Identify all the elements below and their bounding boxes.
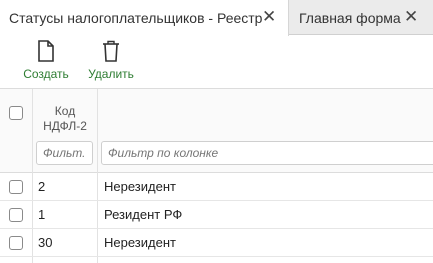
cell-code: 2 xyxy=(38,179,46,194)
column-header-code[interactable]: Код НДФЛ-2 xyxy=(33,104,97,134)
cell-code: 30 xyxy=(38,235,53,250)
tab-label: Главная форма xyxy=(299,9,401,26)
cell-name: Резидент РФ xyxy=(104,207,183,222)
filter-name-input[interactable] xyxy=(101,141,433,165)
grid-header: Код НДФЛ-2 xyxy=(0,89,433,173)
cell-name: Нерезидент xyxy=(104,179,176,194)
delete-button[interactable]: Удалить xyxy=(86,40,136,81)
create-button[interactable]: Создать xyxy=(22,40,70,81)
tab-label: Статусы налогоплательщиков - Реестр xyxy=(9,10,263,26)
trash-icon xyxy=(103,40,119,62)
row-checkbox[interactable] xyxy=(9,180,23,194)
row-checkbox[interactable] xyxy=(9,236,23,250)
cell-code: 1 xyxy=(38,207,46,222)
table-row[interactable]: 2 Нерезидент xyxy=(0,173,433,201)
new-document-icon xyxy=(38,40,54,62)
toolbar: Создать Удалить xyxy=(0,36,433,86)
close-icon[interactable]: ✕ xyxy=(262,8,276,26)
tab-main-form[interactable]: Главная форма ✕ xyxy=(289,0,433,35)
create-label: Создать xyxy=(23,67,69,81)
table-row[interactable]: 30 Нерезидент xyxy=(0,229,433,257)
row-checkbox[interactable] xyxy=(9,208,23,222)
delete-label: Удалить xyxy=(88,67,134,81)
filter-code-input[interactable] xyxy=(36,141,93,165)
table-row[interactable]: 1 Резидент РФ xyxy=(0,201,433,229)
tab-taxpayer-statuses[interactable]: Статусы налогоплательщиков - Реестр ✕ xyxy=(0,0,289,36)
data-grid: Код НДФЛ-2 2 Нерезидент 1 Резидент РФ 30… xyxy=(0,88,433,263)
close-icon[interactable]: ✕ xyxy=(404,8,418,26)
cell-name: Нерезидент xyxy=(104,235,176,250)
tab-bar: Статусы налогоплательщиков - Реестр ✕ Гл… xyxy=(0,0,433,36)
